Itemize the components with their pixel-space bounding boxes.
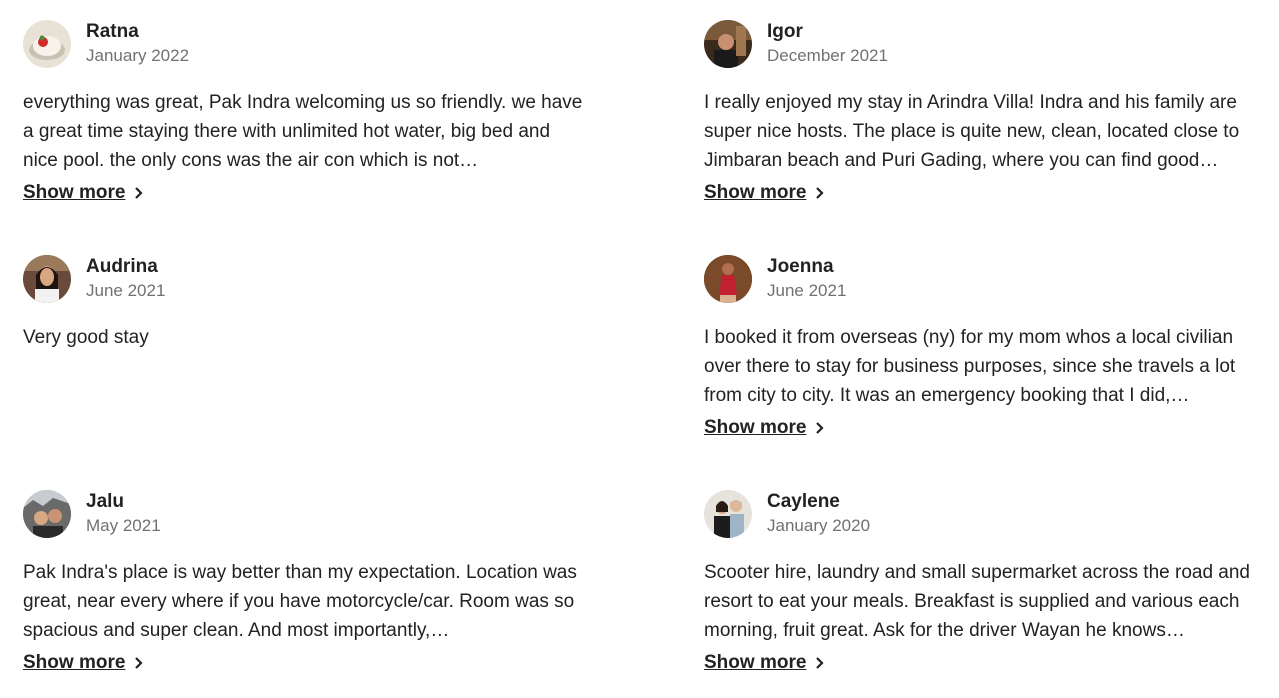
show-more-label: Show more: [23, 182, 126, 203]
reviewer-name: Audrina: [86, 256, 158, 277]
reviewer-name: Caylene: [767, 491, 840, 512]
show-more-button[interactable]: Show more: [704, 417, 826, 439]
review-text: I really enjoyed my stay in Arindra Vill…: [704, 92, 1240, 171]
show-more-label: Show more: [23, 652, 126, 673]
avatar[interactable]: [23, 255, 71, 303]
review-header: Audrina June 2021: [23, 255, 583, 303]
review-date: January 2022: [86, 46, 190, 65]
review-header: Jalu May 2021: [23, 490, 583, 538]
review-card: Caylene January 2020 Scooter hire, laund…: [704, 490, 1256, 674]
review-card: Audrina June 2021 Very good stay: [23, 255, 583, 352]
avatar[interactable]: [704, 255, 752, 303]
review-text: Very good stay: [23, 327, 149, 348]
review-header: Igor December 2021: [704, 20, 1256, 68]
show-more-label: Show more: [704, 417, 807, 438]
review-header: Ratna January 2022: [23, 20, 583, 68]
show-more-button[interactable]: Show more: [704, 652, 826, 674]
show-more-button[interactable]: Show more: [23, 182, 145, 204]
avatar[interactable]: [23, 20, 71, 68]
review-card: Igor December 2021 I really enjoyed my s…: [704, 20, 1256, 204]
review-card: Ratna January 2022 everything was great,…: [23, 20, 583, 204]
chevron-right-icon: [135, 657, 143, 669]
chevron-right-icon: [816, 422, 824, 434]
review-header: Joenna June 2021: [704, 255, 1256, 303]
review-date: December 2021: [767, 46, 888, 65]
reviewer-name: Igor: [767, 21, 803, 42]
avatar[interactable]: [704, 490, 752, 538]
reviewer-name: Jalu: [86, 491, 125, 512]
avatar[interactable]: [23, 490, 71, 538]
chevron-right-icon: [816, 657, 824, 669]
review-date: June 2021: [86, 281, 166, 300]
chevron-right-icon: [135, 187, 143, 199]
show-more-button[interactable]: Show more: [23, 652, 145, 674]
avatar[interactable]: [704, 20, 752, 68]
review-date: May 2021: [86, 516, 161, 535]
review-text: I booked it from overseas (ny) for my mo…: [704, 327, 1236, 406]
chevron-right-icon: [816, 187, 824, 199]
review-text: everything was great, Pak Indra welcomin…: [23, 92, 583, 171]
review-date: January 2020: [767, 516, 871, 535]
show-more-label: Show more: [704, 182, 807, 203]
review-text: Scooter hire, laundry and small supermar…: [704, 562, 1250, 641]
show-more-label: Show more: [704, 652, 807, 673]
show-more-button[interactable]: Show more: [704, 182, 826, 204]
reviewer-name: Joenna: [767, 256, 834, 277]
review-card: Joenna June 2021 I booked it from overse…: [704, 255, 1256, 439]
review-text: Pak Indra's place is way better than my …: [23, 562, 577, 641]
review-date: June 2021: [767, 281, 847, 300]
review-card: Jalu May 2021 Pak Indra's place is way b…: [23, 490, 583, 674]
review-header: Caylene January 2020: [704, 490, 1256, 538]
reviewer-name: Ratna: [86, 21, 139, 42]
